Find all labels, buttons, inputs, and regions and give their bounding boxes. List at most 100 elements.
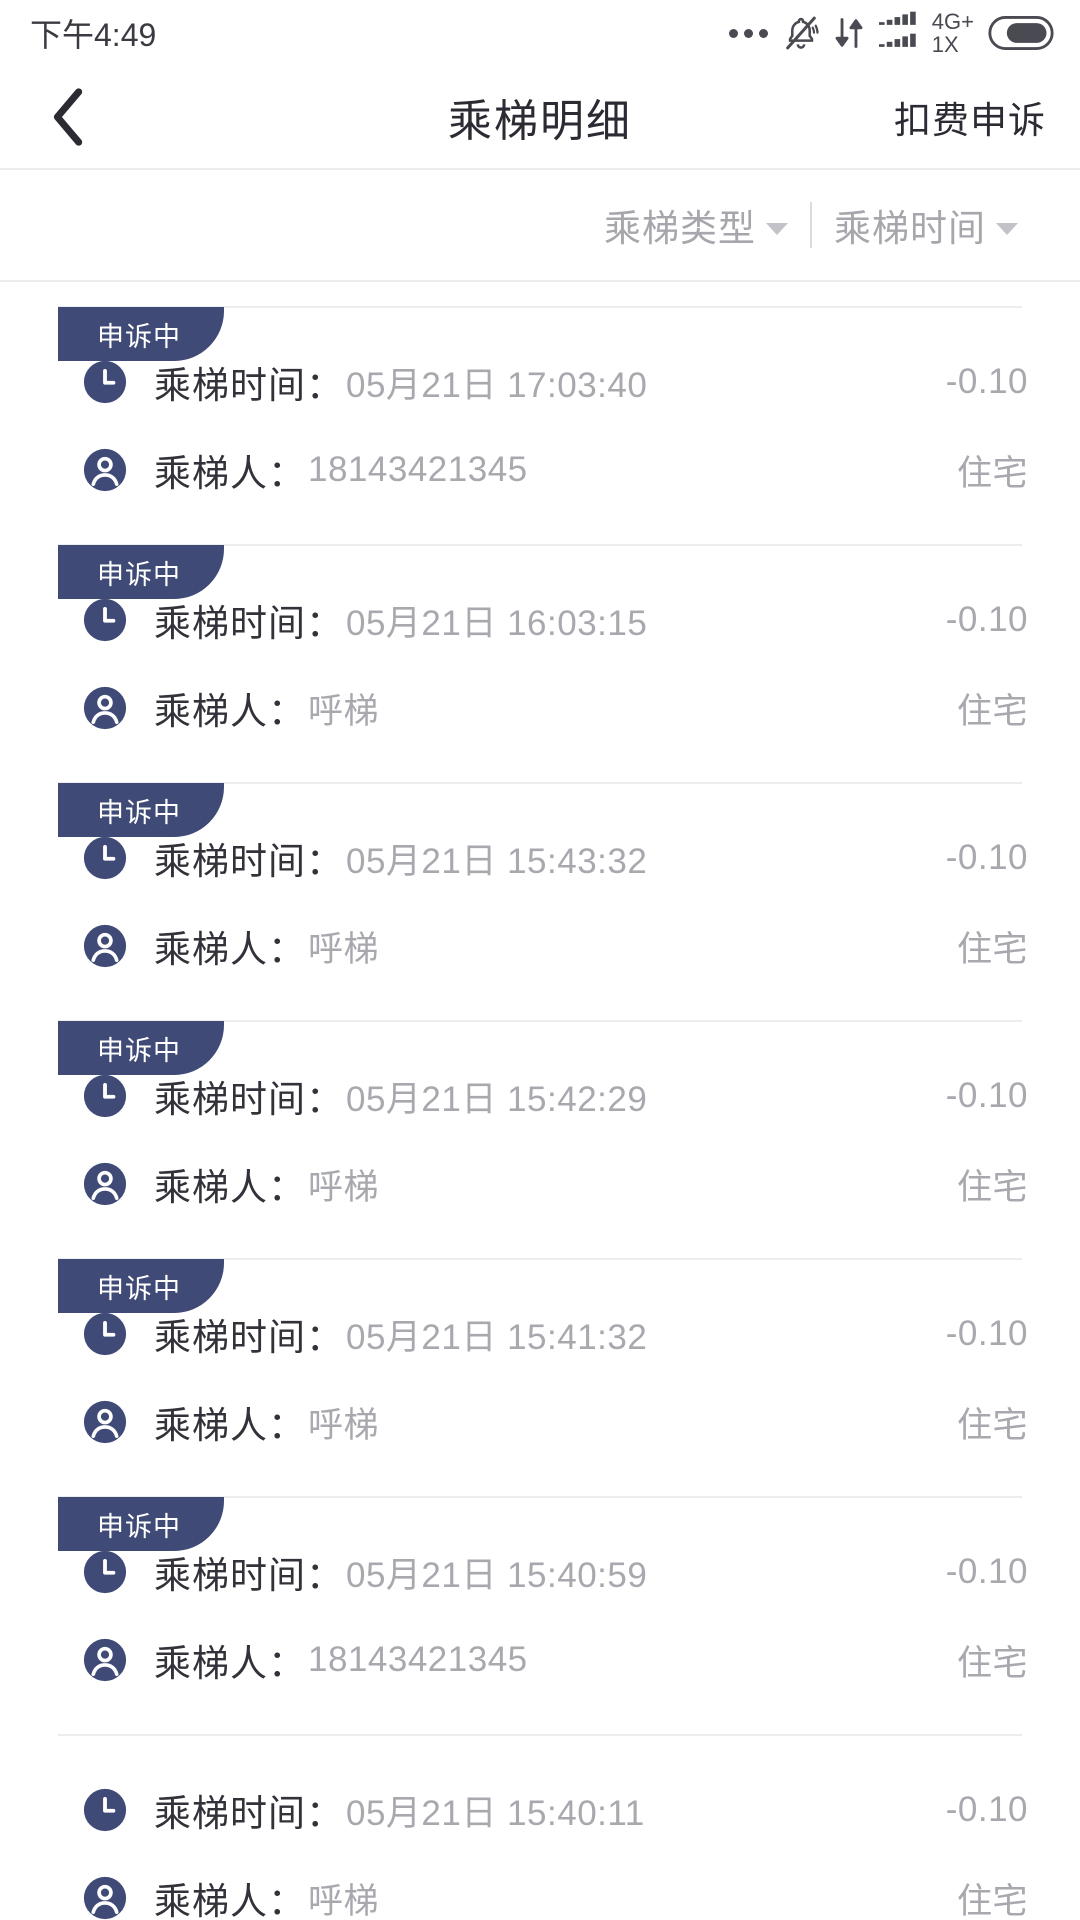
bell-mute-icon (782, 14, 820, 52)
ride-time-label: 乘梯时间： (154, 1555, 344, 1596)
clock-icon (82, 359, 128, 405)
network-type-labels: 4G+ 1X (932, 10, 974, 56)
clock-icon (82, 1311, 128, 1357)
ride-record-card-2[interactable]: 申诉中 乘梯时间： 05月21日 15:43:32 -0.10 乘梯人： 呼梯 … (0, 782, 1080, 982)
person-icon (82, 1399, 128, 1445)
ride-amount: -0.10 (945, 1076, 1028, 1115)
ride-person-value: 呼梯 (308, 691, 380, 731)
ride-record-card-1[interactable]: 申诉中 乘梯时间： 05月21日 16:03:15 -0.10 乘梯人： 呼梯 … (0, 544, 1080, 744)
network-primary-label: 4G+ (931, 8, 974, 34)
ride-record-card-4[interactable]: 申诉中 乘梯时间： 05月21日 15:41:32 -0.10 乘梯人： 呼梯 … (0, 1258, 1080, 1458)
ride-amount: -0.10 (945, 362, 1028, 401)
ride-person-value: 呼梯 (308, 1405, 380, 1445)
ride-person-label: 乘梯人： (154, 929, 306, 970)
ride-person-row: 乘梯人： 呼梯 住宅 (0, 1862, 1080, 1920)
ride-time-value: 05月21日 15:42:29 (346, 1079, 648, 1119)
status-badge: 申诉中 (58, 1021, 224, 1075)
ride-person-value: 呼梯 (308, 1881, 380, 1920)
ride-person-value: 18143421345 (308, 450, 528, 489)
status-badge: 申诉中 (58, 545, 224, 599)
network-secondary-label: 1X (931, 32, 959, 57)
ride-time-label: 乘梯时间： (154, 1079, 344, 1120)
ride-time-label: 乘梯时间： (154, 365, 344, 406)
ride-type: 住宅 (956, 1881, 1028, 1920)
ride-type: 住宅 (956, 1405, 1028, 1445)
ride-amount: -0.10 (945, 1790, 1028, 1829)
filter-ride-time-label: 乘梯时间 (834, 208, 986, 249)
status-badge: 申诉中 (58, 1259, 224, 1313)
ride-time-value: 05月21日 17:03:40 (346, 365, 648, 405)
status-badge: 申诉中 (58, 783, 224, 837)
chevron-down-icon (996, 223, 1018, 235)
ride-record-card-0[interactable]: 申诉中 乘梯时间： 05月21日 17:03:40 -0.10 乘梯人： 181… (0, 306, 1080, 506)
status-badge: 申诉中 (58, 307, 224, 361)
ride-type: 住宅 (956, 691, 1028, 731)
data-transfer-icon (834, 14, 864, 52)
list-top-spacer (0, 282, 1080, 306)
person-icon (82, 1637, 128, 1683)
person-icon (82, 447, 128, 493)
ride-person-row: 乘梯人： 呼梯 住宅 (0, 1386, 1080, 1458)
filter-ride-time[interactable]: 乘梯时间 (812, 198, 1040, 252)
status-badge: 申诉中 (58, 1497, 224, 1551)
chevron-left-icon (45, 86, 93, 148)
ride-time-value: 05月21日 15:41:32 (346, 1317, 648, 1357)
ride-time-value: 05月21日 15:43:32 (346, 841, 648, 881)
ride-person-value: 18143421345 (308, 1640, 528, 1679)
ride-person-row: 乘梯人： 呼梯 住宅 (0, 910, 1080, 982)
chevron-down-icon (766, 223, 788, 235)
ride-person-row: 乘梯人： 呼梯 住宅 (0, 1148, 1080, 1220)
ride-person-label: 乘梯人： (154, 1405, 306, 1446)
ride-time-label: 乘梯时间： (154, 603, 344, 644)
more-dots-icon (728, 28, 768, 38)
back-button[interactable] (34, 82, 104, 152)
ride-time-label: 乘梯时间： (154, 841, 344, 882)
ride-amount: -0.10 (945, 600, 1028, 639)
clock-icon (82, 835, 128, 881)
card-divider (58, 1734, 1022, 1736)
ride-time-value: 05月21日 15:40:11 (346, 1793, 645, 1833)
ride-person-label: 乘梯人： (154, 1167, 306, 1208)
ride-type: 住宅 (956, 453, 1028, 493)
ride-person-row: 乘梯人： 18143421345 住宅 (0, 434, 1080, 506)
ride-record-card-3[interactable]: 申诉中 乘梯时间： 05月21日 15:42:29 -0.10 乘梯人： 呼梯 … (0, 1020, 1080, 1220)
status-icon-group: 4G+ 1X (728, 10, 1054, 56)
ride-person-label: 乘梯人： (154, 691, 306, 732)
ride-person-row: 乘梯人： 18143421345 住宅 (0, 1624, 1080, 1696)
app-screen: 下午4:49 4G+ 1X 乘梯明细 扣费申诉 乘梯类型 乘梯时间 申诉中 乘梯… (0, 0, 1080, 1920)
filter-bar: 乘梯类型 乘梯时间 (0, 170, 1080, 282)
ride-amount: -0.10 (945, 1314, 1028, 1353)
signal-bars-group (878, 11, 924, 55)
appeal-button[interactable]: 扣费申诉 (894, 90, 1046, 144)
ride-person-row: 乘梯人： 呼梯 住宅 (0, 672, 1080, 744)
ride-type: 住宅 (956, 1643, 1028, 1683)
ride-person-label: 乘梯人： (154, 453, 306, 494)
ride-record-card-5[interactable]: 申诉中 乘梯时间： 05月21日 15:40:59 -0.10 乘梯人： 181… (0, 1496, 1080, 1696)
status-bar: 下午4:49 4G+ 1X (0, 0, 1080, 66)
clock-icon (82, 1073, 128, 1119)
ride-record-card-6[interactable]: 乘梯时间： 05月21日 15:40:11 -0.10 乘梯人： 呼梯 住宅 (0, 1734, 1080, 1920)
ride-time-value: 05月21日 16:03:15 (346, 603, 648, 643)
battery-icon (988, 16, 1054, 50)
filter-ride-type[interactable]: 乘梯类型 (582, 198, 810, 252)
clock-icon (82, 597, 128, 643)
ride-person-value: 呼梯 (308, 1167, 380, 1207)
clock-icon (82, 1549, 128, 1595)
ride-time-label: 乘梯时间： (154, 1793, 344, 1834)
clock-icon (82, 1787, 128, 1833)
ride-type: 住宅 (956, 1167, 1028, 1207)
ride-person-label: 乘梯人： (154, 1881, 306, 1920)
person-icon (82, 1161, 128, 1207)
ride-record-list[interactable]: 申诉中 乘梯时间： 05月21日 17:03:40 -0.10 乘梯人： 181… (0, 306, 1080, 1920)
ride-time-row: 乘梯时间： 05月21日 15:40:11 -0.10 (0, 1774, 1080, 1846)
ride-person-value: 呼梯 (308, 929, 380, 969)
filter-ride-type-label: 乘梯类型 (604, 208, 756, 249)
ride-type: 住宅 (956, 929, 1028, 969)
title-bar: 乘梯明细 扣费申诉 (0, 66, 1080, 170)
ride-amount: -0.10 (945, 838, 1028, 877)
person-icon (82, 923, 128, 969)
ride-amount: -0.10 (945, 1552, 1028, 1591)
person-icon (82, 685, 128, 731)
status-time: 下午4:49 (30, 17, 157, 53)
ride-person-label: 乘梯人： (154, 1643, 306, 1684)
